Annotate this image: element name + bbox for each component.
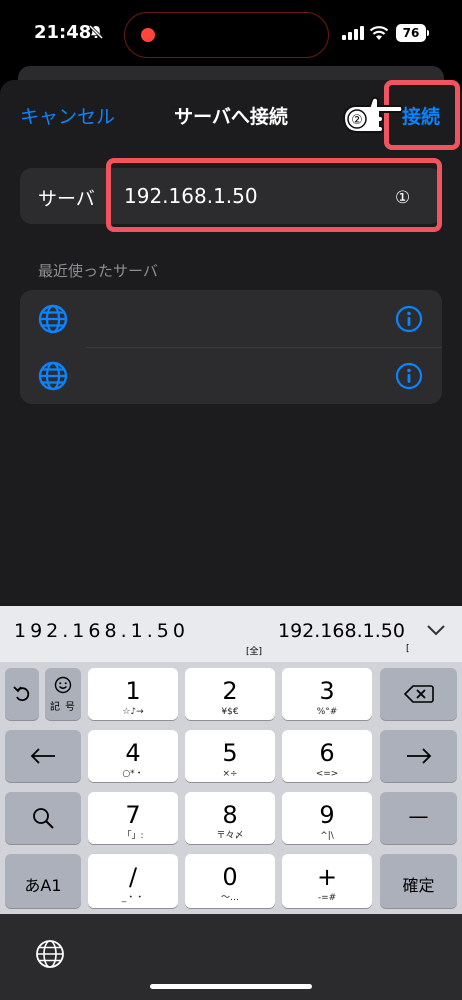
undo-key[interactable] (5, 668, 39, 720)
undo-icon (13, 686, 30, 702)
key-4-main: 4 (125, 739, 141, 767)
key-plus-sub: -=# (317, 893, 337, 903)
step2-marker: ② (351, 113, 363, 128)
key-3-sub: %°# (316, 707, 338, 717)
candidate-fullwidth-tag: [全] (246, 647, 263, 657)
key-5-sub: ×÷ (222, 769, 238, 779)
step1-marker: ① (395, 188, 411, 208)
key-3-main: 3 (319, 677, 335, 705)
chevron-down-icon[interactable] (425, 622, 447, 638)
home-indicator[interactable] (150, 984, 312, 989)
kigou-key[interactable]: 記 号 (45, 668, 81, 720)
long-dash-key[interactable]: — (380, 792, 457, 844)
status-bar: 21:48 76 (0, 0, 462, 70)
key-slash-sub: _・・ (121, 893, 145, 903)
key-6-main: 6 (319, 739, 335, 767)
candidate-halfwidth[interactable]: 192.168.1.50 (278, 620, 405, 642)
key-0[interactable]: 0 〜… (185, 854, 275, 908)
pointing-hand-annotation-icon: ② (342, 96, 404, 133)
search-key[interactable] (5, 792, 81, 844)
key-9[interactable]: 9 ^|\ (282, 792, 372, 844)
key-1[interactable]: 1 ☆♪→ (88, 668, 178, 720)
kigou-label-top: 記 (50, 702, 60, 713)
key-7-sub: 「」: (122, 831, 144, 841)
key-8[interactable]: 8 〒々〆 (185, 792, 275, 844)
key-2[interactable]: 2 ¥$€ (185, 668, 275, 720)
backspace-icon (404, 685, 434, 703)
kigou-label-bottom: 号 (65, 702, 75, 713)
kana-toggle-label: あA1 (24, 876, 62, 895)
emoji-icon (54, 676, 72, 694)
connect-button[interactable]: 接続 (402, 102, 440, 129)
kana-toggle-key[interactable]: あA1 (5, 854, 81, 908)
confirm-key[interactable]: 確定 (380, 854, 457, 908)
dynamic-island (124, 12, 329, 58)
key-4-sub: ○*・ (122, 769, 144, 779)
key-slash[interactable]: / _・・ (88, 854, 178, 908)
key-plus[interactable]: + -=# (282, 854, 372, 908)
key-0-main: 0 (222, 863, 238, 891)
key-3[interactable]: 3 %°# (282, 668, 372, 720)
info-icon[interactable] (395, 362, 423, 390)
key-slash-main: / (128, 863, 138, 891)
key-9-main: 9 (319, 801, 335, 829)
recording-indicator (141, 28, 155, 42)
key-1-sub: ☆♪→ (122, 707, 144, 717)
key-8-sub: 〒々〆 (216, 831, 244, 841)
list-divider (86, 347, 442, 348)
candidate-fullwidth[interactable]: 192.168.1.50 (14, 620, 189, 642)
candidate-bar: 192.168.1.50 [全] 192.168.1.50 [ (0, 606, 462, 662)
key-6-sub: <=> (315, 769, 339, 779)
arrow-right-icon (407, 748, 432, 764)
key-6[interactable]: 6 <=> (282, 730, 372, 782)
key-2-main: 2 (222, 677, 238, 705)
info-icon[interactable] (395, 305, 423, 333)
globe-icon (38, 361, 68, 391)
search-icon (33, 808, 54, 829)
key-1-main: 1 (125, 677, 141, 705)
battery-level: 76 (396, 24, 426, 42)
key-2-sub: ¥$€ (221, 707, 239, 717)
arrow-right-key[interactable] (380, 730, 457, 782)
key-9-sub: ^|\ (320, 831, 334, 841)
key-7-main: 7 (125, 801, 141, 829)
key-8-main: 8 (222, 801, 238, 829)
key-4[interactable]: 4 ○*・ (88, 730, 178, 782)
bell-muted-icon (88, 24, 104, 40)
server-label: サーバ (38, 188, 95, 210)
backspace-key[interactable] (380, 668, 457, 720)
key-5-main: 5 (222, 739, 238, 767)
arrow-left-icon (30, 748, 55, 764)
signal-icon (342, 26, 364, 40)
globe-icon[interactable] (34, 938, 66, 970)
key-5[interactable]: 5 ×÷ (185, 730, 275, 782)
recent-servers-header: 最近使ったサーバ (38, 262, 158, 280)
long-dash-label: — (408, 804, 429, 828)
server-address-input[interactable]: 192.168.1.50 (124, 184, 258, 208)
key-7[interactable]: 7 「」: (88, 792, 178, 844)
status-time: 21:48 (34, 22, 92, 43)
globe-icon (38, 304, 68, 334)
key-0-sub: 〜… (220, 893, 239, 903)
wifi-icon (369, 26, 389, 40)
key-plus-main: + (316, 863, 338, 891)
battery-tip (427, 30, 429, 36)
confirm-label: 確定 (402, 876, 435, 895)
candidate-halfwidth-tag: [ (406, 644, 410, 654)
arrow-left-key[interactable] (5, 730, 81, 782)
